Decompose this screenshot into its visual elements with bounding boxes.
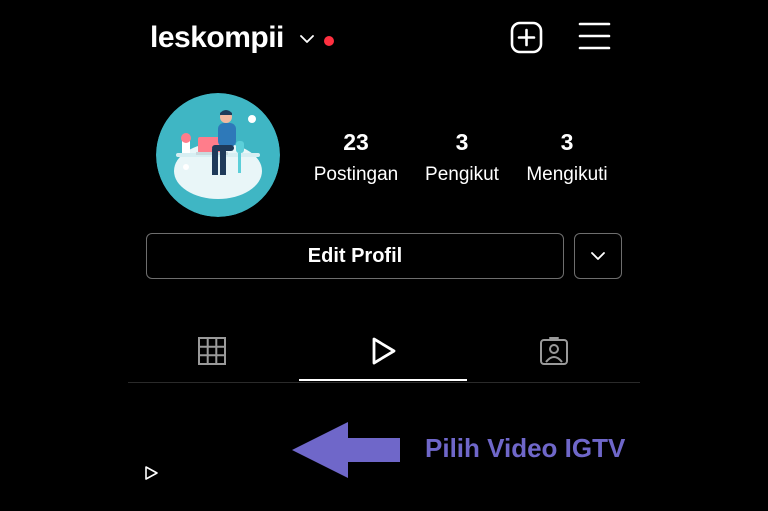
chevron-down-icon (591, 252, 605, 260)
play-icon[interactable] (143, 465, 159, 481)
stat-followers-label: Pengikut (425, 164, 499, 185)
stat-following-count: 3 (560, 129, 574, 155)
profile-username[interactable]: leskompii (150, 18, 284, 58)
play-icon (372, 337, 396, 365)
notification-dot (324, 36, 334, 46)
hamburger-menu-icon[interactable] (578, 21, 611, 51)
stat-following-label: Mengikuti (526, 164, 608, 185)
stat-posts-label: Postingan (313, 164, 399, 185)
annotation-text: Pilih Video IGTV (425, 433, 626, 463)
tab-tagged[interactable] (470, 322, 638, 380)
avatar[interactable] (156, 93, 280, 217)
grid-icon (198, 337, 226, 365)
stat-followers[interactable]: 3 Pengikut (407, 128, 517, 188)
tab-grid[interactable] (128, 322, 296, 380)
stat-posts[interactable]: 23 Postingan (301, 128, 411, 188)
annotation-arrow-icon (292, 422, 400, 478)
stat-posts-count: 23 (343, 129, 369, 155)
stat-followers-count: 3 (455, 129, 469, 155)
tab-igtv[interactable] (299, 322, 467, 380)
suggested-accounts-button[interactable] (574, 233, 622, 279)
tagged-user-icon (540, 337, 568, 365)
plus-square-icon[interactable] (510, 21, 543, 54)
edit-profile-button[interactable]: Edit Profil (146, 233, 564, 279)
stat-following[interactable]: 3 Mengikuti (512, 128, 622, 188)
tab-active-indicator (299, 379, 467, 381)
chevron-down-icon[interactable] (300, 34, 314, 44)
tab-divider (128, 382, 640, 383)
